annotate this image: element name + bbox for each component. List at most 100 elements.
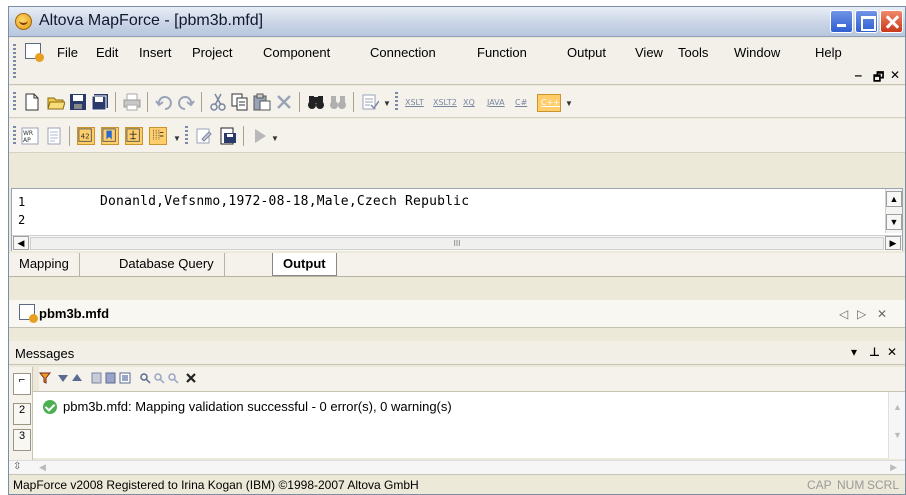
bookmark-margin-icon[interactable]: [101, 127, 119, 145]
panel-menu-icon[interactable]: ▾: [851, 345, 857, 359]
maximize-button[interactable]: [855, 10, 878, 33]
close-panel-icon[interactable]: ✕: [887, 345, 897, 359]
find-binoculars-icon[interactable]: [307, 93, 325, 111]
open-folder-icon[interactable]: [47, 93, 65, 111]
editor-horizontal-scrollbar[interactable]: ◀ III ▶: [12, 235, 902, 251]
tab-mapping[interactable]: Mapping: [9, 253, 80, 276]
message-tab-1[interactable]: ⌐: [13, 373, 31, 395]
language-xquery-button[interactable]: XQ: [463, 98, 475, 110]
scroll-down-icon[interactable]: ▼: [893, 430, 902, 440]
output-text-line[interactable]: Donanld,Vefsnmo,1972-08-18,Male,Czech Re…: [100, 194, 469, 209]
new-file-icon[interactable]: [23, 93, 41, 111]
text-view-settings-icon[interactable]: [195, 127, 213, 145]
minimize-button[interactable]: [830, 10, 853, 33]
menu-insert[interactable]: Insert: [139, 45, 172, 60]
menu-project[interactable]: Project: [192, 45, 232, 60]
editor-vertical-scrollbar[interactable]: ▲ ▼: [885, 189, 902, 233]
save-all-icon[interactable]: [91, 93, 109, 111]
menu-view[interactable]: View: [635, 45, 663, 60]
messages-horizontal-scrollbar[interactable]: ⇳ ◀ ▶: [9, 460, 905, 474]
find-message-icon[interactable]: [139, 372, 151, 384]
validate-icon[interactable]: [361, 93, 379, 111]
scroll-left-icon[interactable]: ◀: [39, 462, 46, 473]
folding-margin-icon[interactable]: [125, 127, 143, 145]
title-bar[interactable]: Altova MapForce - [pbm3b.mfd]: [9, 7, 905, 37]
scroll-right-icon[interactable]: ▶: [890, 462, 897, 473]
save-icon[interactable]: [69, 93, 87, 111]
close-document-icon[interactable]: ✕: [877, 307, 887, 321]
paste-icon[interactable]: [253, 93, 271, 111]
copy-message-icon[interactable]: [91, 372, 103, 384]
language-xslt-button[interactable]: XSLT: [405, 98, 424, 110]
menubar-grip[interactable]: [13, 44, 16, 80]
language-xslt2-button[interactable]: XSLT2: [433, 98, 457, 110]
tab-database-query[interactable]: Database Query: [109, 253, 225, 276]
scroll-up-icon[interactable]: ▲: [893, 402, 902, 412]
print-icon[interactable]: [123, 93, 141, 111]
menu-file[interactable]: File: [57, 45, 78, 60]
clear-messages-icon[interactable]: [185, 372, 197, 384]
language-java-button[interactable]: JAVA: [487, 98, 505, 110]
toolbar-overflow-icon[interactable]: ▼: [383, 100, 391, 108]
pin-icon[interactable]: ⊥: [869, 345, 880, 359]
toolbar-grip[interactable]: [13, 126, 16, 146]
toolbar-grip[interactable]: [13, 92, 16, 112]
output-editor[interactable]: 1 2 Donanld,Vefsnmo,1972-08-18,Male,Czec…: [11, 188, 903, 251]
toolbar-grip[interactable]: [395, 92, 398, 112]
menu-connection[interactable]: Connection: [370, 45, 436, 60]
next-message-icon[interactable]: [57, 372, 69, 384]
standard-toolbar: ▼ XSLT XSLT2 XQ JAVA C# C++ ▼: [9, 86, 905, 118]
delete-icon[interactable]: [275, 93, 293, 111]
toolbar-overflow-icon[interactable]: ▼: [565, 100, 573, 108]
output-document-icon[interactable]: [45, 127, 63, 145]
cut-icon[interactable]: [209, 93, 227, 111]
tab-output[interactable]: Output: [272, 253, 337, 276]
menu-tools[interactable]: Tools: [678, 45, 708, 60]
menu-component[interactable]: Component: [263, 45, 330, 60]
undo-icon[interactable]: [155, 93, 173, 111]
menu-function[interactable]: Function: [477, 45, 527, 60]
scroll-up-icon[interactable]: ▲: [886, 191, 902, 207]
close-button[interactable]: [880, 10, 903, 33]
find-next-icon[interactable]: [329, 93, 347, 111]
scroll-down-icon[interactable]: ▼: [886, 214, 902, 230]
message-side-tabs: ⌐ 2 3: [9, 367, 33, 460]
copy-all-icon[interactable]: [119, 372, 131, 384]
mdi-minimize-icon[interactable]: ‒: [855, 68, 862, 82]
filter-icon[interactable]: [39, 372, 51, 384]
tab-scroll-right-icon[interactable]: ▷: [857, 307, 866, 321]
menu-edit[interactable]: Edit: [96, 45, 118, 60]
expand-collapse-icon[interactable]: ⇳: [13, 461, 21, 472]
indentation-guides-icon[interactable]: [149, 127, 167, 145]
document-menu-icon[interactable]: [25, 43, 44, 62]
menu-window[interactable]: Window: [734, 45, 780, 60]
scroll-thumb[interactable]: III: [30, 237, 884, 250]
validation-message[interactable]: pbm3b.mfd: Mapping validation successful…: [63, 399, 452, 414]
message-tab-3[interactable]: 3: [13, 429, 31, 451]
messages-vertical-scrollbar[interactable]: ▲ ▼: [888, 392, 905, 459]
message-tab-2[interactable]: 2: [13, 403, 31, 425]
mdi-close-icon[interactable]: ✕: [890, 68, 900, 82]
language-csharp-button[interactable]: C#: [515, 98, 527, 110]
menu-help[interactable]: Help: [815, 45, 842, 60]
tab-scroll-left-icon[interactable]: ◁: [839, 307, 848, 321]
toolbar-overflow-icon[interactable]: ▼: [173, 135, 181, 143]
previous-message-icon[interactable]: [71, 372, 83, 384]
find-next-message-icon[interactable]: [153, 372, 165, 384]
save-output-icon[interactable]: [219, 127, 237, 145]
mapforce-logo-icon[interactable]: [15, 13, 32, 30]
copy-branch-icon[interactable]: [105, 372, 117, 384]
scroll-right-icon[interactable]: ▶: [885, 236, 901, 250]
toolbar-overflow-icon[interactable]: ▼: [271, 135, 279, 143]
copy-icon[interactable]: [231, 93, 249, 111]
find-previous-message-icon[interactable]: [167, 372, 179, 384]
menu-output[interactable]: Output: [567, 45, 606, 60]
scroll-left-icon[interactable]: ◀: [13, 236, 29, 250]
toolbar-grip[interactable]: [185, 126, 188, 146]
document-tab-title[interactable]: pbm3b.mfd: [39, 306, 109, 321]
redo-icon[interactable]: [177, 93, 195, 111]
language-cpp-button[interactable]: C++: [537, 94, 561, 112]
run-icon[interactable]: [251, 127, 269, 145]
line-numbers-icon[interactable]: 42: [77, 127, 95, 145]
wrap-text-icon[interactable]: WRAP: [21, 127, 39, 145]
